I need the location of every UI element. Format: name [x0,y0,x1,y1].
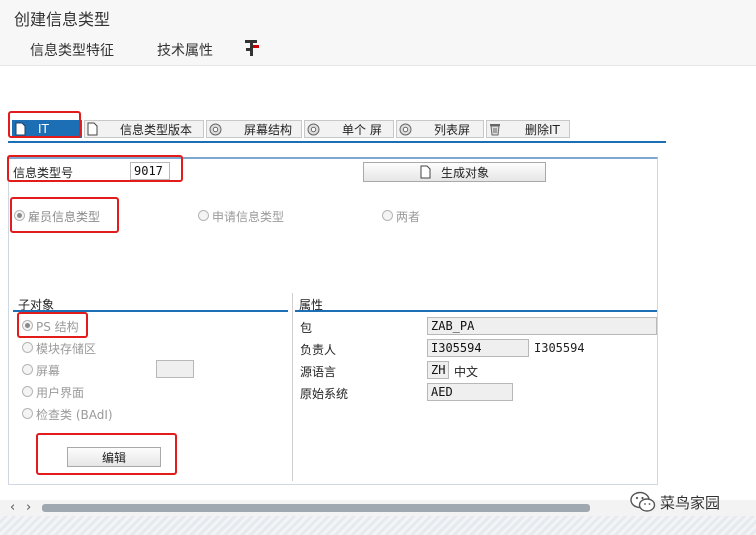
tab-list-screen[interactable]: 列表屏 [396,120,484,138]
source-language-text: 中文 [454,365,479,379]
gear-circle-icon [209,123,222,135]
toolbar-technical-attributes[interactable]: 技术属性 [157,40,213,60]
scroll-thumb[interactable] [42,504,590,512]
radio-screen-label: 屏幕 [36,364,61,378]
radio-both[interactable] [382,210,393,221]
tab-label: IT [38,122,49,136]
radio-user-interface-label: 用户界面 [36,386,85,400]
document-icon [420,165,431,179]
tab-underline [8,141,666,143]
infotype-number-field[interactable]: 9017 [130,162,170,180]
radio-applicant-infotype[interactable] [198,210,209,221]
screen-number-field[interactable] [156,360,194,378]
radio-employee-infotype[interactable] [14,210,25,221]
original-system-label: 原始系统 [300,387,349,401]
package-field: ZAB_PA [427,317,657,335]
tab-infotype-version[interactable]: 信息类型版本 [84,120,204,138]
trash-icon [490,124,500,136]
package-label: 包 [300,321,313,335]
bottom-band [0,516,756,535]
responsible-label: 负责人 [300,343,337,357]
source-language-field: ZH [427,361,449,379]
infotype-number-label: 信息类型号 [13,166,74,180]
section-divider [292,293,293,481]
tab-delete-it[interactable]: 删除IT [486,120,570,138]
toolbar-infotype-characteristics[interactable]: 信息类型特征 [30,40,114,60]
scroll-left-icon[interactable]: ‹ [10,500,15,515]
radio-applicant-label: 申请信息类型 [212,210,285,224]
tab-screen-structure[interactable]: 屏幕结构 [206,120,302,138]
radio-both-label: 两者 [396,210,421,224]
radio-ps-structure[interactable] [22,320,33,331]
radio-employee-label: 雇员信息类型 [28,210,101,224]
title-bar [0,0,756,33]
window-title: 创建信息类型 [14,10,111,29]
tab-label: 列表屏 [434,122,471,137]
document-icon [87,122,98,136]
responsible-field: I305594 [427,339,529,357]
tab-label: 屏幕结构 [244,122,293,137]
tab-strip: IT 信息类型版本 屏幕结构 单个 屏 列表屏 删除IT [8,120,658,140]
tab-it[interactable]: IT [12,120,82,138]
gear-circle-icon [399,123,412,135]
attributes-line [295,310,657,312]
edit-button-label: 编辑 [101,450,126,465]
tab-single-screen[interactable]: 单个 屏 [304,120,394,138]
radio-check-class-label: 检查类 (BAdI) [36,408,113,422]
radio-module-pool[interactable] [22,342,33,353]
generate-object-button[interactable]: 生成对象 [363,162,546,182]
radio-screen[interactable] [22,364,33,375]
responsible-name: I305594 [534,341,585,355]
tab-label: 单个 屏 [342,122,382,137]
radio-user-interface[interactable] [22,386,33,397]
transport-icon[interactable] [243,37,261,59]
tab-label: 删除IT [525,122,560,137]
wechat-icon [630,491,656,516]
radio-module-pool-label: 模块存储区 [36,342,97,356]
generate-object-label: 生成对象 [440,165,489,180]
radio-ps-structure-label: PS 结构 [36,320,79,334]
source-language-label: 源语言 [300,365,337,379]
gear-circle-icon [307,123,320,135]
original-system-field: AED [427,383,513,401]
watermark-text: 菜鸟家园 [660,494,721,512]
tab-label: 信息类型版本 [120,122,193,137]
edit-button[interactable]: 编辑 [67,447,161,467]
scroll-right-icon[interactable]: › [26,500,31,515]
document-icon [15,122,26,136]
sub-objects-line [13,310,288,312]
radio-check-class[interactable] [22,408,33,419]
